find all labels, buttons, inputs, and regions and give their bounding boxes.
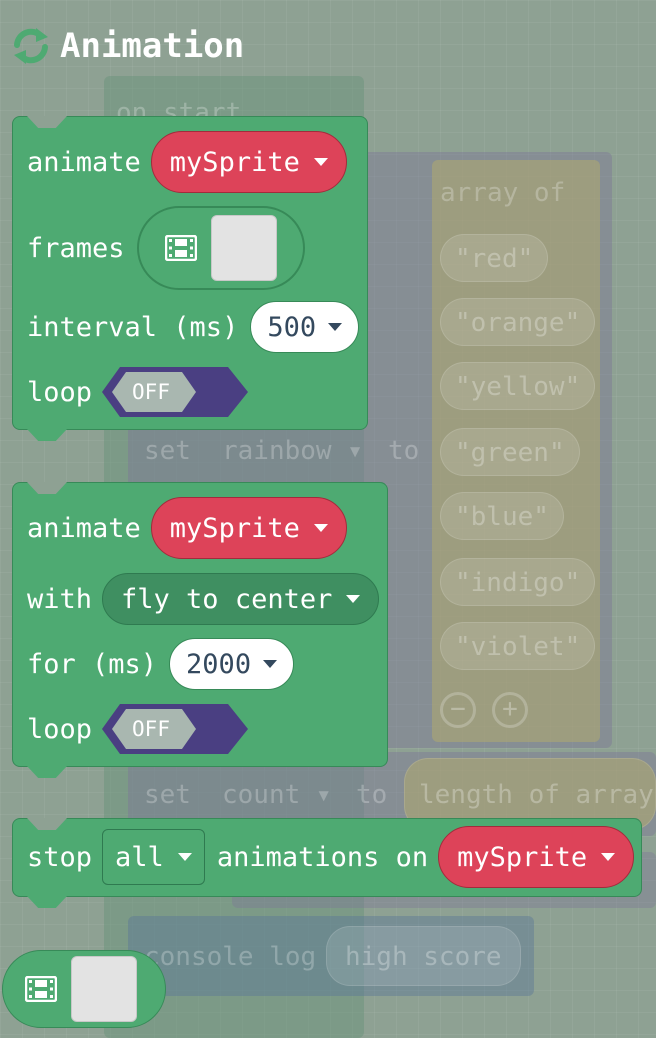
category-title: Animation (60, 26, 245, 66)
loop-toggle-label: OFF (132, 380, 170, 404)
array-item-violet: "violet" (440, 622, 596, 670)
loop-toggle[interactable]: OFF (100, 365, 250, 419)
stop-label: stop (27, 841, 93, 873)
sprite-dropdown-label: mySprite (169, 146, 300, 178)
sprite-dropdown[interactable]: mySprite (438, 826, 635, 888)
chevron-down-icon (313, 524, 328, 532)
frame-image-slot[interactable] (210, 215, 277, 281)
loop-label: loop (27, 713, 93, 745)
array-add-icon: + (492, 692, 528, 728)
set-count-to: to (356, 780, 388, 810)
chevron-down-icon (346, 595, 361, 603)
animate-frames-row-interval: interval (ms) 500 (27, 301, 360, 353)
chevron-down-icon (601, 853, 616, 861)
animate-frames-block[interactable]: animate mySprite frames interval (ms) 50… (12, 116, 368, 430)
animate-path-row-duration: for (ms) 2000 (27, 638, 295, 690)
animate-path-block[interactable]: animate mySprite with fly to center for … (12, 482, 388, 767)
array-item-green: "green" (440, 428, 580, 476)
chevron-down-icon (263, 660, 278, 668)
sprite-dropdown-label: mySprite (457, 841, 588, 873)
set-rainbow-to: to (388, 436, 420, 466)
array-of-label: array of (440, 178, 566, 208)
interval-value: 500 (267, 311, 317, 343)
animation-kind-label: all (115, 841, 164, 873)
path-dropdown[interactable]: fly to center (102, 573, 380, 625)
animation-kind-dropdown[interactable]: all (102, 829, 205, 885)
stop-animations-row: stop all animations on mySprite (27, 826, 635, 888)
film-icon (164, 235, 197, 261)
refresh-icon (10, 25, 52, 67)
array-item-blue: "blue" (440, 492, 564, 540)
path-dropdown-label: fly to center (121, 583, 333, 615)
array-item-orange: "orange" (440, 298, 596, 346)
frame-image-slot[interactable] (71, 956, 137, 1022)
for-label: for (ms) (27, 648, 158, 680)
animate-path-row-with: with fly to center (27, 573, 380, 625)
animate-label: animate (27, 512, 141, 544)
sprite-dropdown[interactable]: mySprite (150, 497, 347, 559)
array-item-red: "red" (440, 234, 549, 282)
animate-frames-row-frames: frames (27, 206, 305, 290)
chevron-down-icon (177, 853, 192, 861)
animate-path-row-loop: loop OFF (27, 703, 250, 755)
stop-animations-block[interactable]: stop all animations on mySprite (12, 818, 642, 897)
set-count-var: count ▾ (222, 780, 332, 810)
frames-field[interactable] (136, 206, 305, 290)
animate-frames-row-loop: loop OFF (27, 366, 250, 418)
console-log-label: console log (144, 942, 317, 972)
animate-frames-row-sprite: animate mySprite (27, 131, 347, 193)
animation-frames-reporter[interactable] (2, 950, 166, 1028)
loop-toggle-label: OFF (132, 717, 170, 741)
chevron-down-icon (328, 323, 343, 331)
set-rainbow-set: set (144, 436, 191, 466)
array-item-yellow: "yellow" (440, 362, 596, 410)
duration-dropdown[interactable]: 2000 (169, 638, 295, 690)
with-label: with (27, 583, 93, 615)
sprite-dropdown[interactable]: mySprite (150, 131, 347, 193)
high-score-value: high score (326, 926, 521, 986)
set-rainbow-var: rainbow ▾ (222, 436, 363, 466)
category-header: Animation (10, 24, 244, 68)
animate-label: animate (27, 146, 141, 178)
sprite-dropdown-label: mySprite (169, 512, 300, 544)
loop-label: loop (27, 376, 93, 408)
array-item-indigo: "indigo" (440, 558, 596, 606)
array-remove-icon: − (440, 692, 476, 728)
interval-dropdown[interactable]: 500 (250, 301, 360, 353)
set-count-set: set (144, 780, 191, 810)
loop-toggle[interactable]: OFF (100, 702, 250, 756)
duration-value: 2000 (186, 648, 252, 680)
chevron-down-icon (313, 158, 328, 166)
animations-on-label: animations on (216, 841, 429, 873)
animate-path-row-sprite: animate mySprite (27, 497, 347, 559)
interval-label: interval (ms) (27, 311, 239, 343)
film-icon (25, 976, 57, 1002)
frames-label: frames (27, 232, 125, 264)
